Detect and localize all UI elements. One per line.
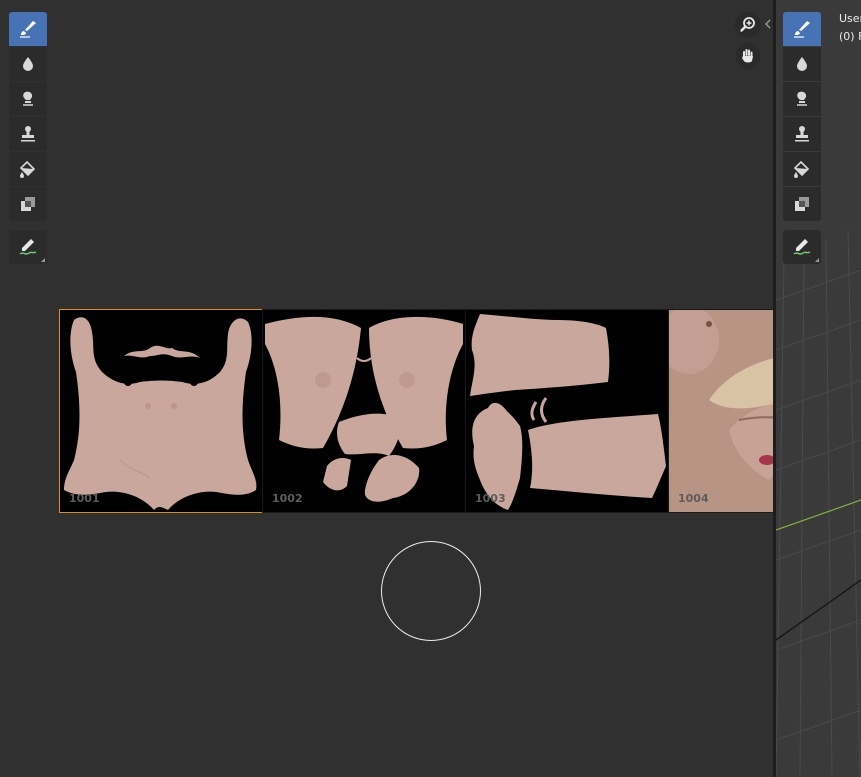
tool-options-corner	[41, 258, 45, 262]
smear-tool-button[interactable]	[783, 82, 821, 116]
viewport-toolbar	[783, 12, 821, 265]
head-uv-island	[669, 310, 773, 512]
bucket-icon	[793, 160, 810, 178]
zoom-icon	[740, 17, 755, 32]
annotate-tool-button[interactable]	[9, 230, 47, 264]
udim-tile[interactable]: 1004	[668, 309, 773, 513]
udim-tile[interactable]: 1003	[465, 309, 669, 513]
hand-icon	[742, 49, 753, 63]
image-editor[interactable]: 1001 1002 1003 1004	[0, 0, 773, 777]
tool-options-corner	[815, 258, 819, 262]
smear-icon	[23, 91, 33, 106]
drop-icon	[797, 57, 807, 71]
zoom-button[interactable]	[735, 12, 761, 38]
brush-icon	[20, 21, 36, 38]
annotate-icon	[19, 239, 37, 255]
annotate-icon	[793, 239, 811, 255]
arms-uv-island	[470, 314, 666, 510]
image-toolbar	[9, 12, 47, 265]
brush-cursor	[381, 541, 481, 641]
mask-tool-button[interactable]	[783, 187, 821, 221]
fill-tool-button[interactable]	[783, 152, 821, 186]
udim-tile[interactable]: 1001	[59, 309, 263, 513]
viewport-title: User	[839, 12, 861, 25]
udim-tile-label: 1003	[475, 492, 506, 505]
brush-icon	[794, 21, 810, 38]
smear-tool-button[interactable]	[9, 82, 47, 116]
udim-tile-label: 1002	[272, 492, 303, 505]
pan-button[interactable]	[735, 43, 761, 69]
mask-tool-button[interactable]	[9, 187, 47, 221]
udim-tile-label: 1001	[69, 492, 100, 505]
clone-tool-button[interactable]	[9, 117, 47, 151]
mask-icon	[795, 197, 809, 211]
mask-icon	[21, 197, 35, 211]
soften-tool-button[interactable]	[783, 47, 821, 81]
udim-tile[interactable]: 1002	[262, 309, 466, 513]
bucket-icon	[19, 160, 36, 178]
fill-tool-button[interactable]	[9, 152, 47, 186]
draw-tool-button[interactable]	[9, 12, 47, 46]
torso-uv-island	[64, 317, 257, 510]
stamp-icon	[795, 126, 809, 142]
drop-icon	[23, 57, 33, 71]
legs-uv-island	[265, 316, 463, 502]
stamp-icon	[21, 126, 35, 142]
udim-tiles: 1001 1002 1003 1004	[59, 309, 773, 513]
smear-icon	[797, 91, 807, 106]
soften-tool-button[interactable]	[9, 47, 47, 81]
3d-viewport[interactable]: User (0) F	[776, 0, 861, 777]
collapse-arrow-icon[interactable]	[764, 18, 772, 30]
clone-tool-button[interactable]	[783, 117, 821, 151]
viewport-object-info: (0) F	[839, 30, 861, 43]
udim-tile-label: 1004	[678, 492, 709, 505]
annotate-tool-button[interactable]	[783, 230, 821, 264]
draw-tool-button[interactable]	[783, 12, 821, 46]
